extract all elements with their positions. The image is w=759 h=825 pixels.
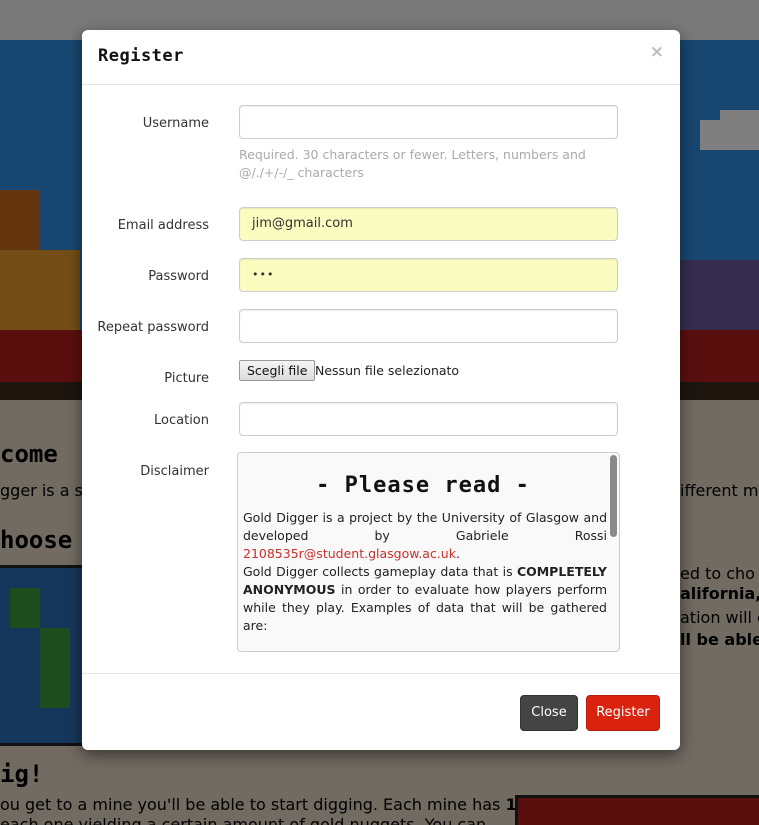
repeat-password-label: Repeat password xyxy=(97,320,209,335)
disclaimer-text: Gold Digger is a project by the Universi… xyxy=(243,510,607,633)
register-modal: Register × Username Required. 30 charact… xyxy=(82,30,680,750)
username-input[interactable] xyxy=(239,105,618,139)
email-label: Email address xyxy=(117,218,209,233)
password-label: Password xyxy=(148,269,209,284)
username-help-text: Required. 30 characters or fewer. Letter… xyxy=(239,147,586,180)
disclaimer-label: Disclaimer xyxy=(140,464,209,479)
modal-footer: Close Register xyxy=(82,673,680,751)
username-label: Username xyxy=(142,116,209,131)
location-label: Location xyxy=(154,413,209,428)
password-input[interactable]: ••• xyxy=(239,258,618,292)
picture-label: Picture xyxy=(164,371,209,386)
contact-email-link[interactable]: 2108535r@student.glasgow.ac.uk xyxy=(243,546,456,561)
email-input[interactable]: jim@gmail.com xyxy=(239,207,618,241)
close-button[interactable]: Close xyxy=(520,695,578,731)
repeat-password-input[interactable] xyxy=(239,309,618,343)
close-icon[interactable]: × xyxy=(650,42,664,62)
modal-title: Register xyxy=(98,46,184,66)
modal-header: Register × xyxy=(82,30,680,85)
choose-file-button[interactable]: Scegli file xyxy=(239,360,316,381)
disclaimer-scrollbar[interactable] xyxy=(610,455,617,537)
file-status-text: Nessun file selezionato xyxy=(315,363,460,378)
register-button[interactable]: Register xyxy=(586,695,660,731)
location-input[interactable] xyxy=(239,402,618,436)
disclaimer-box[interactable]: - Please read - Gold Digger is a project… xyxy=(237,452,620,652)
disclaimer-title: - Please read - xyxy=(316,473,530,498)
